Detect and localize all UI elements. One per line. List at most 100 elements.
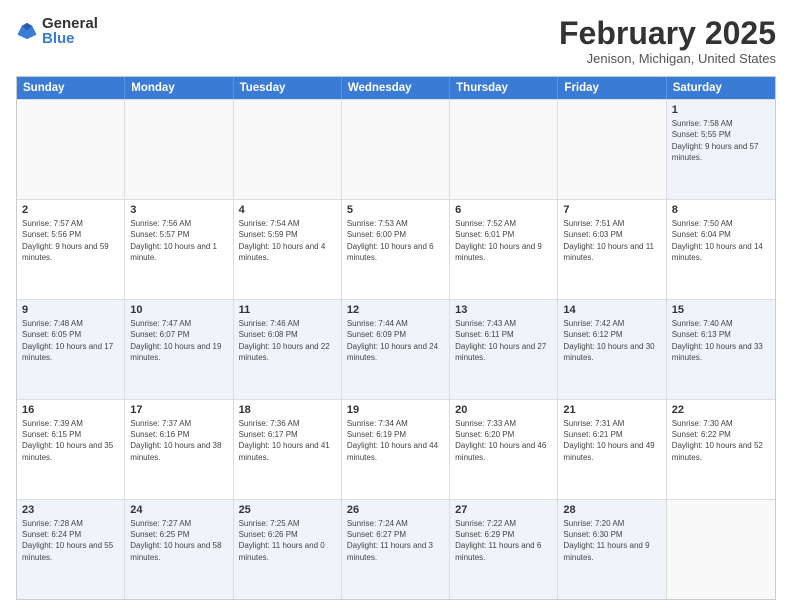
day-number: 10 xyxy=(130,304,227,316)
calendar-body: 1 Sunrise: 7:58 AM Sunset: 5:55 PM Daylig… xyxy=(17,99,775,599)
page-header: General Blue February 2025 Jenison, Mich… xyxy=(16,16,776,66)
day-info: Sunrise: 7:20 AM Sunset: 6:30 PM Dayligh… xyxy=(563,518,660,563)
day-info: Sunrise: 7:36 AM Sunset: 6:17 PM Dayligh… xyxy=(239,418,336,463)
day-number: 5 xyxy=(347,204,444,216)
day-cell-21: 21Sunrise: 7:31 AM Sunset: 6:21 PM Dayli… xyxy=(558,400,666,499)
logo-general: General xyxy=(42,16,98,31)
day-cell-23: 23Sunrise: 7:28 AM Sunset: 6:24 PM Dayli… xyxy=(17,500,125,599)
empty-cell-0-3 xyxy=(342,100,450,199)
logo-blue: Blue xyxy=(42,31,98,46)
day-cell-26: 26 Sunrise: 7:24 AM Sunset: 6:27 PM Dayli… xyxy=(342,500,450,599)
day-number: 2 xyxy=(22,204,119,216)
day-info: Sunrise: 7:57 AM Sunset: 5:56 PM Dayligh… xyxy=(22,218,119,263)
day-cell-16: 16 Sunrise: 7:39 AM Sunset: 6:15 PM Dayli… xyxy=(17,400,125,499)
empty-cell-0-2 xyxy=(234,100,342,199)
day-number: 17 xyxy=(130,404,227,416)
day-cell-15: 15 Sunrise: 7:40 AM Sunset: 6:13 PM Dayli… xyxy=(667,300,775,399)
day-info: Sunrise: 7:24 AM Sunset: 6:27 PM Dayligh… xyxy=(347,518,444,563)
day-number: 24 xyxy=(130,504,227,516)
day-number: 6 xyxy=(455,204,552,216)
day-cell-20: 20 Sunrise: 7:33 AM Sunset: 6:20 PM Dayli… xyxy=(450,400,558,499)
day-info: Sunrise: 7:53 AM Sunset: 6:00 PM Dayligh… xyxy=(347,218,444,263)
logo-text: General Blue xyxy=(42,16,98,46)
day-info: Sunrise: 7:30 AM Sunset: 6:22 PM Dayligh… xyxy=(672,418,770,463)
calendar-row-2: 9 Sunrise: 7:48 AM Sunset: 6:05 PM Daylig… xyxy=(17,299,775,399)
calendar-page: General Blue February 2025 Jenison, Mich… xyxy=(0,0,792,612)
day-cell-27: 27 Sunrise: 7:22 AM Sunset: 6:29 PM Dayli… xyxy=(450,500,558,599)
day-cell-14: 14Sunrise: 7:42 AM Sunset: 6:12 PM Dayli… xyxy=(558,300,666,399)
day-cell-10: 10 Sunrise: 7:47 AM Sunset: 6:07 PM Dayli… xyxy=(125,300,233,399)
calendar-row-4: 23Sunrise: 7:28 AM Sunset: 6:24 PM Dayli… xyxy=(17,499,775,599)
weekday-header-sunday: Sunday xyxy=(17,77,125,99)
day-number: 13 xyxy=(455,304,552,316)
day-number: 20 xyxy=(455,404,552,416)
day-info: Sunrise: 7:50 AM Sunset: 6:04 PM Dayligh… xyxy=(672,218,770,263)
day-number: 22 xyxy=(672,404,770,416)
day-number: 1 xyxy=(672,104,770,116)
day-cell-1: 1 Sunrise: 7:58 AM Sunset: 5:55 PM Daylig… xyxy=(667,100,775,199)
title-section: February 2025 Jenison, Michigan, United … xyxy=(559,16,776,66)
location: Jenison, Michigan, United States xyxy=(559,51,776,66)
day-number: 23 xyxy=(22,504,119,516)
empty-cell-0-1 xyxy=(125,100,233,199)
day-info: Sunrise: 7:22 AM Sunset: 6:29 PM Dayligh… xyxy=(455,518,552,563)
day-cell-11: 11 Sunrise: 7:46 AM Sunset: 6:08 PM Dayli… xyxy=(234,300,342,399)
day-info: Sunrise: 7:34 AM Sunset: 6:19 PM Dayligh… xyxy=(347,418,444,463)
day-number: 8 xyxy=(672,204,770,216)
day-cell-5: 5 Sunrise: 7:53 AM Sunset: 6:00 PM Daylig… xyxy=(342,200,450,299)
empty-cell-0-0 xyxy=(17,100,125,199)
day-info: Sunrise: 7:58 AM Sunset: 5:55 PM Dayligh… xyxy=(672,118,770,163)
day-cell-6: 6 Sunrise: 7:52 AM Sunset: 6:01 PM Daylig… xyxy=(450,200,558,299)
day-info: Sunrise: 7:54 AM Sunset: 5:59 PM Dayligh… xyxy=(239,218,336,263)
empty-cell-0-5 xyxy=(558,100,666,199)
day-cell-28: 28 Sunrise: 7:20 AM Sunset: 6:30 PM Dayli… xyxy=(558,500,666,599)
empty-cell-4-6 xyxy=(667,500,775,599)
day-info: Sunrise: 7:44 AM Sunset: 6:09 PM Dayligh… xyxy=(347,318,444,363)
month-title: February 2025 xyxy=(559,16,776,51)
weekday-header-tuesday: Tuesday xyxy=(234,77,342,99)
day-info: Sunrise: 7:46 AM Sunset: 6:08 PM Dayligh… xyxy=(239,318,336,363)
day-number: 15 xyxy=(672,304,770,316)
day-cell-12: 12 Sunrise: 7:44 AM Sunset: 6:09 PM Dayli… xyxy=(342,300,450,399)
day-info: Sunrise: 7:48 AM Sunset: 6:05 PM Dayligh… xyxy=(22,318,119,363)
day-cell-7: 7Sunrise: 7:51 AM Sunset: 6:03 PM Daylig… xyxy=(558,200,666,299)
day-info: Sunrise: 7:33 AM Sunset: 6:20 PM Dayligh… xyxy=(455,418,552,463)
day-number: 11 xyxy=(239,304,336,316)
day-number: 12 xyxy=(347,304,444,316)
day-number: 3 xyxy=(130,204,227,216)
day-cell-18: 18 Sunrise: 7:36 AM Sunset: 6:17 PM Dayli… xyxy=(234,400,342,499)
day-info: Sunrise: 7:27 AM Sunset: 6:25 PM Dayligh… xyxy=(130,518,227,563)
day-number: 7 xyxy=(563,204,660,216)
day-number: 19 xyxy=(347,404,444,416)
day-cell-13: 13Sunrise: 7:43 AM Sunset: 6:11 PM Dayli… xyxy=(450,300,558,399)
calendar-row-3: 16 Sunrise: 7:39 AM Sunset: 6:15 PM Dayli… xyxy=(17,399,775,499)
calendar: SundayMondayTuesdayWednesdayThursdayFrid… xyxy=(16,76,776,600)
day-number: 28 xyxy=(563,504,660,516)
day-number: 16 xyxy=(22,404,119,416)
day-cell-17: 17 Sunrise: 7:37 AM Sunset: 6:16 PM Dayli… xyxy=(125,400,233,499)
day-info: Sunrise: 7:39 AM Sunset: 6:15 PM Dayligh… xyxy=(22,418,119,463)
day-number: 18 xyxy=(239,404,336,416)
logo: General Blue xyxy=(16,16,98,46)
day-number: 26 xyxy=(347,504,444,516)
weekday-header-thursday: Thursday xyxy=(450,77,558,99)
day-info: Sunrise: 7:47 AM Sunset: 6:07 PM Dayligh… xyxy=(130,318,227,363)
day-info: Sunrise: 7:56 AM Sunset: 5:57 PM Dayligh… xyxy=(130,218,227,263)
day-cell-2: 2 Sunrise: 7:57 AM Sunset: 5:56 PM Daylig… xyxy=(17,200,125,299)
day-info: Sunrise: 7:37 AM Sunset: 6:16 PM Dayligh… xyxy=(130,418,227,463)
day-cell-24: 24 Sunrise: 7:27 AM Sunset: 6:25 PM Dayli… xyxy=(125,500,233,599)
calendar-row-0: 1 Sunrise: 7:58 AM Sunset: 5:55 PM Daylig… xyxy=(17,99,775,199)
day-number: 14 xyxy=(563,304,660,316)
day-cell-8: 8 Sunrise: 7:50 AM Sunset: 6:04 PM Daylig… xyxy=(667,200,775,299)
weekday-header-wednesday: Wednesday xyxy=(342,77,450,99)
day-info: Sunrise: 7:52 AM Sunset: 6:01 PM Dayligh… xyxy=(455,218,552,263)
day-cell-9: 9 Sunrise: 7:48 AM Sunset: 6:05 PM Daylig… xyxy=(17,300,125,399)
day-number: 27 xyxy=(455,504,552,516)
day-number: 21 xyxy=(563,404,660,416)
day-cell-4: 4Sunrise: 7:54 AM Sunset: 5:59 PM Daylig… xyxy=(234,200,342,299)
day-info: Sunrise: 7:40 AM Sunset: 6:13 PM Dayligh… xyxy=(672,318,770,363)
calendar-header: SundayMondayTuesdayWednesdayThursdayFrid… xyxy=(17,77,775,99)
logo-icon xyxy=(16,20,38,42)
day-number: 25 xyxy=(239,504,336,516)
day-number: 9 xyxy=(22,304,119,316)
